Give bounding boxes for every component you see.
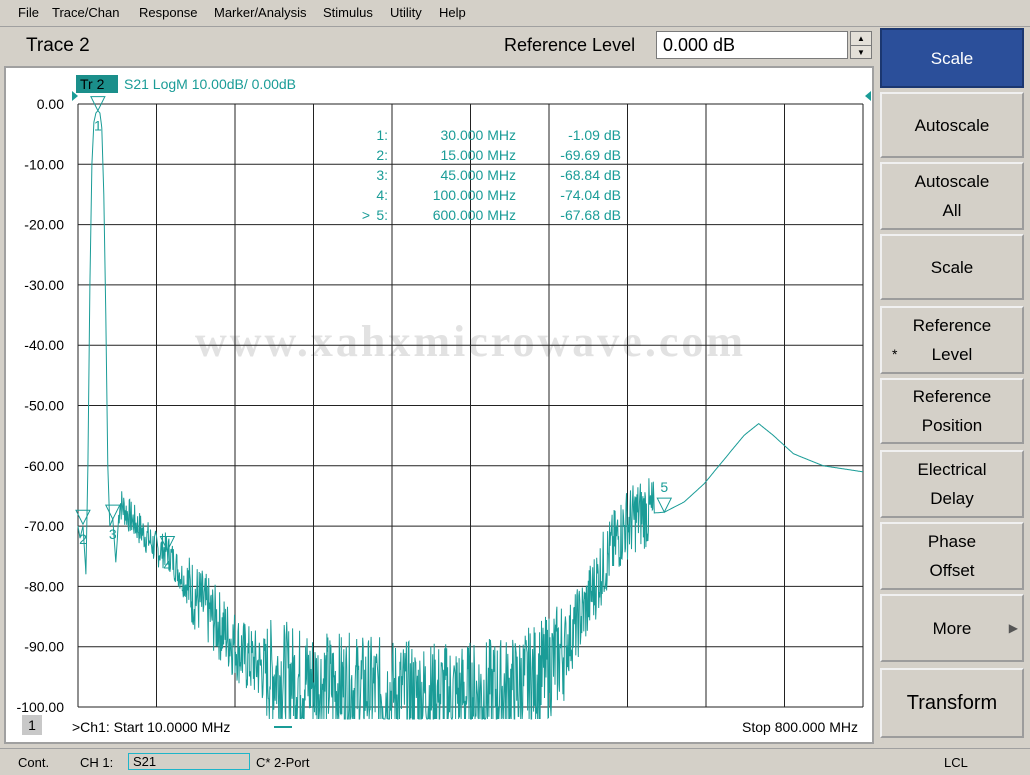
softkey-label: Electrical Delay bbox=[917, 460, 987, 508]
status-bar: Cont. CH 1: S21 C* 2-Port LCL bbox=[0, 748, 1030, 775]
stop-frequency: Stop 800.000 MHz bbox=[742, 719, 858, 735]
y-tick-label: -80.00 bbox=[24, 578, 64, 594]
calibration-status: C* 2-Port bbox=[256, 755, 310, 770]
reference-level-label: Reference Level bbox=[504, 35, 636, 55]
plot-panel[interactable]: www.xahxmicrowave.com 0.00 -10.00 -20.00 -30… bbox=[4, 66, 874, 744]
menu-bar: File Trace/Chan Response Marker/Analysis Sti… bbox=[0, 0, 1030, 27]
top-bar: Trace 2 Reference Level 0.000 dB ▲ ▼ bbox=[4, 27, 874, 65]
softkey-scale[interactable]: Scale bbox=[880, 28, 1024, 88]
y-tick-label: -30.00 bbox=[24, 277, 64, 293]
y-tick-label: -40.00 bbox=[24, 337, 64, 353]
marker-table-value: -74.04 dB bbox=[560, 187, 621, 203]
menu-stimulus[interactable]: Stimulus bbox=[323, 5, 373, 20]
softkey-autoscale[interactable]: Autoscale bbox=[880, 92, 1024, 158]
ref-right-arrow-icon bbox=[865, 91, 871, 101]
softkey-autoscale-all[interactable]: Autoscale All bbox=[880, 162, 1024, 230]
y-tick-label: -90.00 bbox=[24, 639, 64, 655]
softkey-phase-offset[interactable]: Phase Offset bbox=[880, 522, 1024, 590]
marker-2-label: 2 bbox=[79, 531, 87, 547]
marker-table-freq: 30.000 MHz bbox=[441, 127, 516, 143]
reference-level-input[interactable]: 0.000 dB bbox=[656, 31, 848, 59]
marker-table-freq: 45.000 MHz bbox=[441, 167, 516, 183]
softkey-label: Autoscale bbox=[914, 115, 990, 135]
marker-table-num: 5: bbox=[376, 207, 388, 223]
marker-table-value: -67.68 dB bbox=[560, 207, 621, 223]
menu-help[interactable]: Help bbox=[439, 5, 466, 20]
submenu-arrow-icon: ▶ bbox=[1008, 620, 1018, 635]
softkey-label: Scale bbox=[930, 257, 974, 277]
softkey-electrical-delay[interactable]: Electrical Delay bbox=[880, 450, 1024, 518]
channel-label: CH 1: bbox=[80, 755, 114, 770]
softkey-reference-position[interactable]: Reference Position bbox=[880, 378, 1024, 444]
softkey-label: Autoscale All bbox=[914, 172, 990, 220]
marker-table-value: -1.09 dB bbox=[568, 127, 621, 143]
menu-file[interactable]: File bbox=[18, 5, 39, 20]
marker-4-label: 4 bbox=[164, 557, 172, 573]
marker-3-label: 3 bbox=[109, 526, 117, 542]
softkey-reference-level[interactable]: Reference Level * bbox=[880, 306, 1024, 374]
marker-1-label: 1 bbox=[94, 118, 102, 134]
softkey-label: Scale bbox=[930, 48, 974, 68]
channel-number: 1 bbox=[28, 717, 36, 733]
y-tick-label: -60.00 bbox=[24, 458, 64, 474]
y-tick-label: -10.00 bbox=[24, 156, 64, 172]
y-tick-label: -100.00 bbox=[17, 699, 65, 715]
y-tick-label: 0.00 bbox=[37, 96, 64, 112]
softkey-scale[interactable]: Scale bbox=[880, 234, 1024, 300]
y-tick-label: -70.00 bbox=[24, 518, 64, 534]
softkey-more[interactable]: More ▶ bbox=[880, 594, 1024, 662]
menu-response[interactable]: Response bbox=[139, 5, 198, 20]
marker-table-freq: 100.000 MHz bbox=[433, 187, 516, 203]
softkey-label: Transform bbox=[906, 691, 998, 714]
trace-badge-label: Tr 2 bbox=[80, 76, 105, 92]
y-tick-label: -20.00 bbox=[24, 217, 64, 233]
marker-table-freq: 15.000 MHz bbox=[441, 147, 516, 163]
marker-table-value: -69.69 dB bbox=[560, 147, 621, 163]
menu-trace-chan[interactable]: Trace/Chan bbox=[52, 5, 119, 20]
marker-table-num: 4: bbox=[376, 187, 388, 203]
trace-title: Trace 2 bbox=[26, 35, 90, 56]
marker-3-triangle-icon[interactable] bbox=[104, 504, 121, 521]
sweep-mode: Cont. bbox=[18, 755, 50, 770]
y-tick-label: -50.00 bbox=[24, 398, 64, 414]
marker-table-freq: 600.000 MHz bbox=[433, 207, 516, 223]
marker-table-num: 3: bbox=[376, 167, 388, 183]
trace-description: S21 LogM 10.00dB/ 0.00dB bbox=[124, 76, 296, 92]
softkey-label: Phase Offset bbox=[927, 532, 977, 580]
marker-table-num: 1: bbox=[376, 127, 388, 143]
softkey-transform[interactable]: Transform bbox=[880, 668, 1024, 738]
menu-utility[interactable]: Utility bbox=[390, 5, 422, 20]
start-frequency: >Ch1: Start 10.0000 MHz bbox=[72, 719, 230, 735]
marker-table-value: -68.84 dB bbox=[560, 167, 621, 183]
spin-up-icon[interactable]: ▲ bbox=[851, 32, 871, 46]
softkey-label: Reference Position bbox=[912, 387, 992, 435]
measurement-param[interactable]: S21 bbox=[128, 753, 250, 770]
softkey-label: Reference Level bbox=[912, 316, 992, 364]
marker-5-label: 5 bbox=[660, 479, 668, 495]
softkey-label: More bbox=[932, 618, 972, 638]
marker-table-prefix: > bbox=[362, 207, 370, 223]
spin-down-icon[interactable]: ▼ bbox=[851, 46, 871, 59]
active-star-icon: * bbox=[892, 346, 898, 362]
marker-table-num: 2: bbox=[376, 147, 388, 163]
remote-status: LCL bbox=[944, 755, 968, 770]
reference-level-spinner[interactable]: ▲ ▼ bbox=[850, 31, 872, 59]
menu-marker-analysis[interactable]: Marker/Analysis bbox=[214, 5, 306, 20]
trace-plot[interactable]: www.xahxmicrowave.com0.00-10.00-20.00-30… bbox=[6, 68, 872, 742]
